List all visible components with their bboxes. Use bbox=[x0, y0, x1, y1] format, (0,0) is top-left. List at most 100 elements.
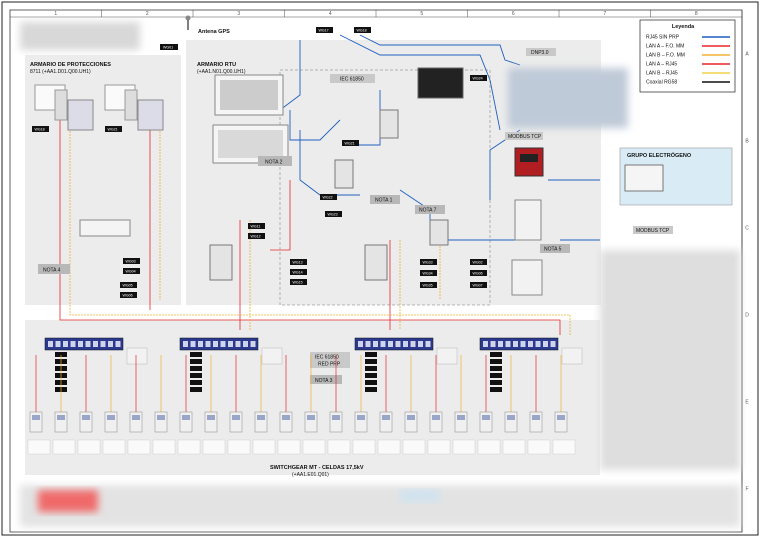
cable-tag: WG21 bbox=[342, 140, 359, 146]
generator-icon bbox=[624, 164, 664, 192]
switchgear-title: SWITCHGEAR MT - CELDAS 17,5kV bbox=[270, 465, 364, 471]
grid-row-F: F bbox=[745, 487, 748, 493]
cabinet-protecciones-subtitle: 8711 (+AA1.D01.Q00.UH1) bbox=[30, 69, 91, 75]
cable-tag: WG06 bbox=[120, 292, 137, 298]
switch-small-1 bbox=[379, 109, 399, 139]
cable-tag: WG07 bbox=[470, 282, 487, 288]
blurred-header bbox=[20, 22, 140, 50]
cable-tag: WG17 bbox=[316, 27, 333, 33]
note-1: NOTA 1 bbox=[375, 198, 393, 204]
rtu-rack bbox=[214, 74, 284, 116]
grid-row-C: C bbox=[745, 226, 749, 232]
cable-tag: WG21 bbox=[105, 126, 122, 132]
iec-top-label: IEC 61850 bbox=[340, 77, 364, 83]
legend-item-label: RJ45 SIN PRP bbox=[646, 35, 680, 41]
cable-tag: WG24 bbox=[470, 75, 487, 81]
note-5: NOTA 5 bbox=[544, 247, 562, 253]
cable-tag: WG23 bbox=[325, 211, 342, 217]
grupo-label: GRUPO ELECTRÓGENO bbox=[627, 151, 692, 159]
cable-tag: WG06 bbox=[470, 270, 487, 276]
network-schematic: 12345678 ABCDEF Antena GPS WG01 ARMARIO … bbox=[1, 1, 759, 536]
cable-tag: WG13 bbox=[290, 259, 307, 265]
svg-text:WG07: WG07 bbox=[473, 284, 483, 288]
cable-tag: WG33 bbox=[420, 259, 437, 265]
switch-rsp30-2 bbox=[364, 244, 388, 281]
svg-text:WG11: WG11 bbox=[251, 225, 261, 229]
tag-gps-label: WG01 bbox=[163, 46, 173, 50]
blurred-right bbox=[600, 250, 740, 470]
svg-text:WG04: WG04 bbox=[126, 270, 136, 274]
svg-text:WG23: WG23 bbox=[328, 213, 338, 217]
legend-title: Leyenda bbox=[672, 24, 695, 30]
legend-item-label: LAN B – RJ45 bbox=[646, 71, 678, 77]
svg-text:WG02: WG02 bbox=[473, 261, 483, 265]
svg-text:WG06: WG06 bbox=[473, 272, 483, 276]
svg-text:WG33: WG33 bbox=[423, 261, 433, 265]
red-prp-label: RED PRP bbox=[318, 362, 341, 368]
note-4: NOTA 4 bbox=[43, 268, 61, 274]
meter-red bbox=[514, 147, 544, 177]
cable-tag: WG34 bbox=[420, 270, 437, 276]
cable-tag: WG14 bbox=[290, 269, 307, 275]
legend: Leyenda RJ45 SIN PRP LAN A – F.O. MM LAN B… bbox=[639, 19, 736, 93]
charger-cabinet bbox=[514, 199, 542, 241]
grid-col-8: 8 bbox=[695, 11, 698, 17]
legend-item-label: LAN B – F.O. MM bbox=[646, 53, 685, 59]
svg-text:WG13: WG13 bbox=[293, 261, 303, 265]
antenna-label: Antena GPS bbox=[198, 29, 230, 35]
cable-tag: WG05 bbox=[120, 282, 137, 288]
switchgear-subtitle: (+AA1.E01.Q01) bbox=[292, 472, 329, 478]
svg-text:WG18: WG18 bbox=[35, 128, 45, 132]
note-7: NOTA 7 bbox=[419, 208, 437, 214]
svg-text:WG15: WG15 bbox=[293, 281, 303, 285]
switch-small-3 bbox=[429, 219, 449, 246]
legend-item-label: LAN A – F.O. MM bbox=[646, 44, 684, 50]
note-2: NOTA 2 bbox=[265, 160, 283, 166]
dnp-label: DNP3.0 bbox=[531, 50, 549, 56]
svg-text:WG06: WG06 bbox=[123, 294, 133, 298]
svg-text:WG17: WG17 bbox=[319, 29, 329, 33]
svg-text:WG12: WG12 bbox=[251, 235, 261, 239]
cable-tag: WG11 bbox=[248, 223, 265, 229]
cable-tag: WG12 bbox=[248, 233, 265, 239]
svg-text:WG24: WG24 bbox=[473, 77, 483, 81]
grid-row-D: D bbox=[745, 313, 749, 319]
cable-tag: WG18 bbox=[32, 126, 49, 132]
grid-col-1: 1 bbox=[54, 11, 57, 17]
cable-tag: WG35 bbox=[420, 282, 437, 288]
cabinet-rtu-title: ARMARIO RTU bbox=[197, 62, 236, 68]
svg-text:WG05: WG05 bbox=[123, 284, 133, 288]
svg-text:WG22: WG22 bbox=[323, 196, 333, 200]
grid-col-4: 4 bbox=[329, 11, 332, 17]
cable-tag: WG22 bbox=[320, 194, 337, 200]
legend-item-label: LAN A – RJ45 bbox=[646, 62, 677, 68]
legend-item-label: Coaxial RG58 bbox=[646, 80, 677, 86]
svg-text:WG21: WG21 bbox=[108, 128, 118, 132]
dnp-device-blurred bbox=[508, 68, 628, 128]
svg-text:WG35: WG35 bbox=[423, 284, 433, 288]
title-block-blurred bbox=[20, 485, 740, 527]
cable-tag: WG02 bbox=[470, 259, 487, 265]
grid-col-5: 5 bbox=[420, 11, 423, 17]
cabinet-protecciones-title: ARMARIO DE PROTECCIONES bbox=[30, 62, 111, 68]
iec-bottom-label: IEC 61850 bbox=[315, 355, 339, 361]
gps-clock bbox=[79, 219, 131, 237]
switch-rsp30-1 bbox=[209, 244, 233, 281]
svg-text:WG34: WG34 bbox=[423, 272, 433, 276]
switch-small-2 bbox=[334, 159, 354, 189]
cable-tag: WG03 bbox=[123, 258, 140, 264]
svg-text:WG21: WG21 bbox=[345, 142, 355, 146]
modbus2-label: MODBUS TCP bbox=[636, 228, 670, 234]
transfer-cabinet bbox=[511, 259, 543, 296]
grid-col-2: 2 bbox=[146, 11, 149, 17]
cable-tag: WG18 bbox=[354, 27, 371, 33]
cable-tag: WG04 bbox=[123, 268, 140, 274]
cabinet-rtu-subtitle: (+AA1.N01.Q00.UH1) bbox=[197, 69, 246, 75]
modbus1-label: MODBUS TCP bbox=[508, 134, 542, 140]
hmi-screen bbox=[417, 67, 464, 99]
svg-text:WG03: WG03 bbox=[126, 260, 136, 264]
grid-col-7: 7 bbox=[603, 11, 606, 17]
note-3: NOTA 3 bbox=[315, 378, 333, 384]
grid-col-6: 6 bbox=[512, 11, 515, 17]
svg-text:WG18: WG18 bbox=[357, 29, 367, 33]
